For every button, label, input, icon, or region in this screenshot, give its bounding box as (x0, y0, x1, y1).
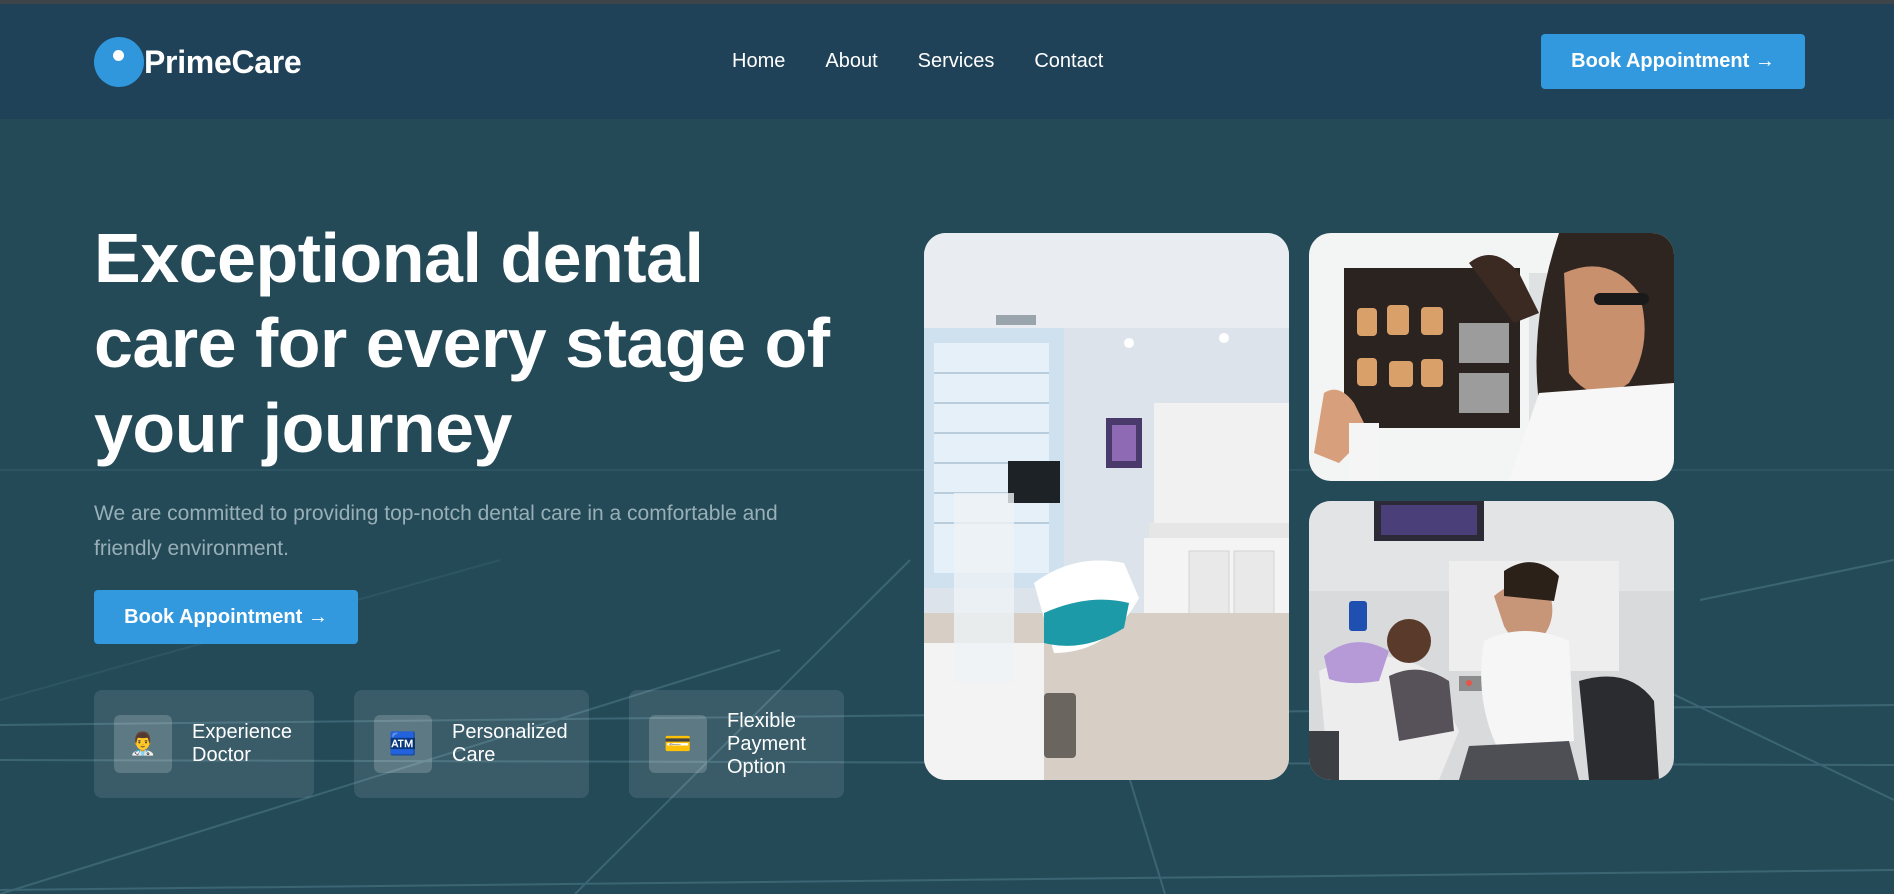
main-nav: Home About Services Contact (732, 50, 1103, 73)
feature-card-personalized-care: 🏧 Personalized Care (354, 690, 589, 798)
hero-subtitle-line: We are committed to providing top-notch … (94, 502, 778, 525)
feature-label-line: Payment (727, 732, 806, 755)
feature-label: Personalized Care (452, 721, 568, 767)
nav-link-about[interactable]: About (825, 50, 877, 73)
logo-dot (113, 50, 124, 61)
feature-label: Flexible Payment Option (727, 710, 806, 779)
hero-subtitle-line: friendly environment. (94, 537, 289, 560)
hero-title-line: your journey (94, 389, 512, 467)
feature-label-line: Care (452, 744, 496, 766)
top-navbar: PrimeCare Home About Services Contact Bo… (0, 4, 1894, 119)
hero-title: Exceptional dental care for every stage … (94, 216, 874, 471)
feature-label-line: Doctor (192, 744, 251, 766)
hero-title-line: care for every stage of (94, 304, 830, 382)
feature-label-line: Option (727, 755, 786, 778)
feature-label-line: Experience (192, 721, 293, 743)
brand-logo[interactable]: PrimeCare (94, 37, 302, 87)
credit-card-icon: 💳 (649, 715, 707, 773)
nav-link-services[interactable]: Services (918, 50, 995, 73)
hero-subtitle: We are committed to providing top-notch … (94, 496, 854, 566)
dentist-xray-photo (1309, 233, 1674, 481)
logo-icon (94, 37, 144, 87)
doctor-icon: 👨‍⚕️ (114, 715, 172, 773)
nav-link-contact[interactable]: Contact (1034, 50, 1103, 73)
feature-label: Experience Doctor (192, 721, 292, 767)
dentist-patient-photo (1309, 501, 1674, 780)
feature-label-line: Flexible (727, 709, 796, 732)
dental-clinic-room-photo (924, 233, 1289, 780)
feature-card-experience-doctor: 👨‍⚕️ Experience Doctor (94, 690, 314, 798)
personalized-care-icon: 🏧 (374, 715, 432, 773)
feature-label-line: Personalized (452, 721, 568, 743)
hero-title-line: Exceptional dental (94, 219, 704, 297)
nav-book-appointment-button[interactable]: Book Appointment → (1541, 34, 1805, 89)
nav-link-home[interactable]: Home (732, 50, 785, 73)
hero-book-appointment-button[interactable]: Book Appointment → (94, 590, 358, 644)
brand-name: PrimeCare (144, 43, 302, 80)
feature-card-flexible-payment: 💳 Flexible Payment Option (629, 690, 844, 798)
